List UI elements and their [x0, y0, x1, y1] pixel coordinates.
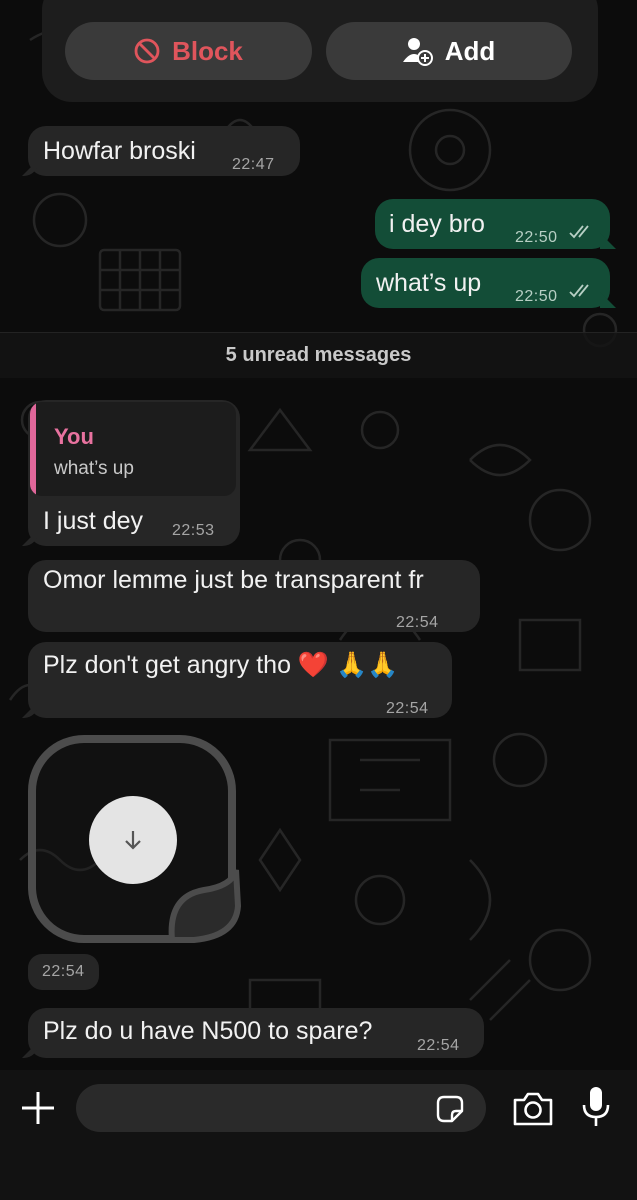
message-text: Plz don't get angry tho ❤️ 🙏🙏 — [43, 651, 399, 679]
message-time: 22:54 — [386, 700, 429, 717]
message-text: Omor lemme just be transparent fr — [43, 566, 424, 594]
message-bubble[interactable]: what’s up 22:50 — [361, 258, 610, 308]
add-label: Add — [444, 35, 496, 66]
message-text: Howfar broski — [43, 137, 196, 165]
double-check-icon — [569, 225, 589, 239]
message-text: Plz do u have N500 to spare? — [43, 1017, 373, 1045]
message-time: 22:47 — [232, 156, 275, 173]
message-time: 22:50 — [515, 229, 558, 246]
message-text: what’s up — [376, 269, 482, 297]
sticker-time-badge: 22:54 — [28, 954, 99, 990]
double-check-icon — [569, 284, 589, 298]
unread-count-label: 5 unread messages — [225, 344, 412, 366]
message-bubble[interactable]: Plz do u have N500 to spare? 22:54 — [28, 1008, 484, 1058]
sticker-peel-corner — [168, 869, 242, 943]
message-bubble[interactable]: Howfar broski 22:47 — [28, 126, 300, 176]
message-bubble[interactable]: Omor lemme just be transparent fr 22:54 — [28, 560, 480, 632]
quote-author: You — [54, 424, 94, 449]
quoted-message[interactable]: You what’s up — [30, 402, 236, 496]
download-arrow-icon — [125, 831, 141, 850]
block-label: Block — [172, 35, 243, 66]
unread-messages-divider: 5 unread messages — [0, 332, 637, 378]
sticker-icon[interactable] — [434, 1093, 466, 1125]
chat-screen: Block Add Howfar broski 22:47 i dey bro … — [0, 0, 637, 1200]
block-icon — [134, 38, 160, 64]
quote-accent-bar — [30, 402, 36, 496]
message-time: 22:54 — [417, 1037, 460, 1054]
quote-text: what’s up — [54, 458, 134, 479]
add-contact-button[interactable]: Add — [326, 22, 572, 80]
message-input[interactable] — [76, 1084, 486, 1132]
download-button[interactable] — [89, 796, 177, 884]
plus-icon[interactable] — [20, 1090, 56, 1126]
message-time: 22:54 — [396, 614, 439, 631]
camera-icon[interactable] — [512, 1088, 554, 1128]
message-text: I just dey — [43, 507, 144, 535]
block-button[interactable]: Block — [65, 22, 312, 80]
message-time: 22:53 — [172, 522, 215, 539]
message-time: 22:50 — [515, 288, 558, 305]
message-bubble[interactable]: Plz don't get angry tho ❤️ 🙏🙏 22:54 — [28, 642, 452, 718]
message-time: 22:54 — [42, 963, 85, 980]
message-bubble[interactable]: i dey bro 22:50 — [375, 199, 610, 249]
microphone-icon[interactable] — [580, 1085, 612, 1129]
message-text: i dey bro — [389, 210, 485, 238]
add-contact-icon — [402, 36, 433, 66]
